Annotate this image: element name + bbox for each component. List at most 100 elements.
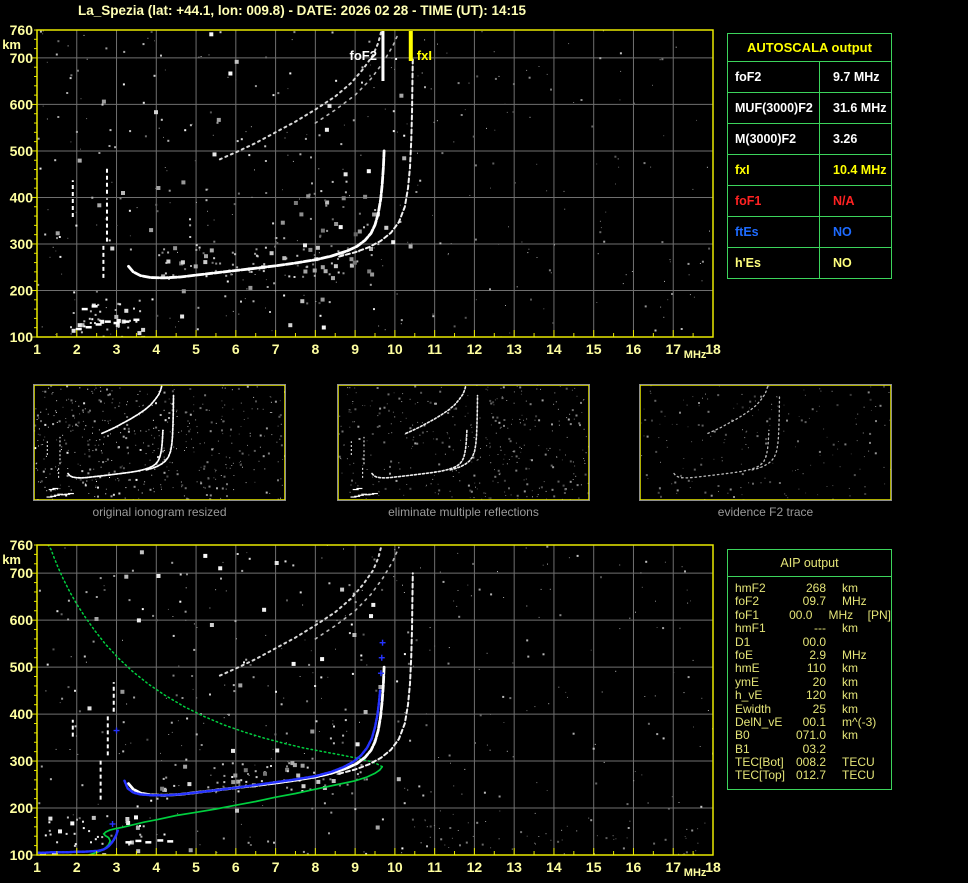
aip-param-unit	[826, 743, 888, 756]
aip-param-unit: MHz	[828, 607, 854, 622]
thumbnail-caption: evidence F2 trace	[717, 505, 814, 519]
aip-param-unit: km	[842, 701, 858, 716]
svg-text:600: 600	[10, 96, 34, 112]
aip-param-value: 20	[812, 674, 826, 689]
aip-param-value: 00.0	[802, 634, 826, 649]
svg-text:11: 11	[427, 859, 442, 875]
svg-text:300: 300	[10, 753, 34, 769]
aip-param-label: TEC[Bot]	[735, 755, 784, 770]
svg-text:500: 500	[10, 143, 34, 159]
ionogram-plot-profile: 1 2 3 4 5 6 7 8 9 10 11 12 13 14 15 16 17 18MHz7607006005…	[2, 537, 721, 879]
svg-text:400: 400	[10, 706, 34, 722]
svg-text:14: 14	[546, 341, 562, 357]
aip-row: Ewidth 25 km	[735, 701, 891, 716]
aip-param-value: 00.1	[802, 714, 826, 729]
aip-param-label: TEC[Top]	[735, 768, 786, 783]
aip-row: hmE 110 km	[735, 661, 891, 676]
aip-row: foE 2.9 MHz	[735, 647, 891, 662]
thumbnail-eliminate-reflections	[337, 384, 590, 501]
param-value: 10.4 MHz	[833, 163, 887, 177]
autoscala-output-table: AUTOSCALA output foF2 9.7 MHz MUF(3000)F…	[727, 33, 892, 279]
svg-text:15: 15	[586, 859, 602, 875]
svg-text:300: 300	[10, 236, 34, 252]
svg-text:2: 2	[73, 859, 81, 875]
param-value: NO	[833, 256, 852, 270]
aip-param-unit: km	[842, 674, 858, 689]
aip-param-value: 110	[806, 661, 826, 676]
thumbnail-caption: eliminate multiple reflections	[388, 505, 539, 519]
table-row-muf3000f2: MUF(3000)F2 31.6 MHz	[728, 93, 891, 124]
svg-text:12: 12	[467, 341, 483, 357]
aip-param-value: ---	[814, 621, 826, 636]
svg-text:10: 10	[387, 341, 403, 357]
aip-table-body: hmF2 268 km foF2 09.7 MHz foF1 00.0 MHz [PN] hmF1-…	[728, 577, 891, 789]
svg-text:16: 16	[626, 859, 642, 875]
svg-text:2: 2	[73, 341, 81, 357]
svg-text:18: 18	[705, 859, 721, 875]
thumbnail-eliminate-reflections-plot	[337, 384, 590, 501]
thumbnail-evidence-f2-trace	[639, 384, 892, 501]
svg-text:9: 9	[351, 341, 359, 357]
param-label: M(3000)F2	[728, 124, 820, 154]
table-row-ftes: ftEs NO	[728, 217, 891, 248]
svg-text:18: 18	[705, 341, 721, 357]
svg-text:MHz: MHz	[684, 349, 707, 361]
aip-param-unit: km	[842, 661, 858, 676]
svg-text:1: 1	[33, 341, 41, 357]
thumbnail-original-ionogram-plot	[33, 384, 286, 501]
aip-param-unit: TECU	[842, 768, 875, 783]
aip-table-header: AIP output	[728, 550, 891, 577]
aip-row: hmF2 268 km	[735, 581, 891, 595]
param-value: 9.7 MHz	[833, 70, 880, 84]
aip-row: TEC[Bot] 008.2 TECU	[735, 755, 891, 770]
aip-param-unit: m^(-3)	[842, 714, 877, 729]
svg-text:17: 17	[665, 341, 681, 357]
aip-param-label: hmE	[735, 661, 760, 676]
aip-row: TEC[Top] 012.7 TECU	[735, 768, 891, 783]
svg-text:14: 14	[546, 859, 562, 875]
svg-text:7: 7	[272, 859, 280, 875]
aip-param-label: foF2	[735, 594, 760, 609]
svg-text:6: 6	[232, 341, 240, 357]
svg-text:760: 760	[10, 537, 34, 553]
aip-param-label: ymE	[735, 674, 759, 689]
svg-text:200: 200	[10, 800, 34, 816]
aip-param-value: 09.7	[802, 594, 826, 609]
svg-text:100: 100	[10, 329, 34, 345]
param-label: foF1	[728, 186, 820, 216]
aip-param-suffix: [PN]	[867, 607, 891, 622]
param-label: MUF(3000)F2	[728, 93, 820, 123]
aip-param-value: 2.9	[809, 647, 826, 662]
aip-param-value: 071.0	[795, 728, 826, 743]
table-row-m3000f2: M(3000)F2 3.26	[728, 124, 891, 155]
aip-param-value: 25	[812, 701, 826, 716]
aip-param-unit: km	[842, 581, 858, 595]
aip-param-unit	[826, 636, 888, 649]
param-value: 31.6 MHz	[833, 101, 887, 115]
aip-param-unit: MHz	[842, 647, 867, 662]
aip-param-unit: km	[842, 688, 858, 703]
aip-param-unit: km	[842, 728, 858, 743]
aip-param-value: 00.0	[789, 607, 813, 622]
aip-row: B1 03.2	[735, 741, 891, 756]
svg-text:5: 5	[192, 341, 200, 357]
aip-param-unit: km	[842, 621, 858, 636]
aip-param-label: foE	[735, 647, 754, 662]
aip-param-value: 008.2	[795, 755, 826, 770]
aip-param-label: D1	[735, 634, 751, 649]
thumbnail-evidence-f2-trace-plot	[639, 384, 892, 501]
svg-text:760: 760	[10, 22, 34, 38]
aip-param-value: 268	[805, 581, 826, 595]
svg-text:6: 6	[232, 859, 240, 875]
svg-text:13: 13	[506, 859, 522, 875]
svg-text:8: 8	[311, 859, 319, 875]
svg-text:700: 700	[10, 50, 34, 66]
aip-param-label: B0	[735, 728, 750, 743]
svg-text:km: km	[2, 37, 21, 52]
ionogram-plot-main: foF2 fxI1 2 3 4 5 6 7 8 9 10 11 12 13 14 15 16 17 18MHz760…	[2, 22, 721, 361]
svg-text:15: 15	[586, 341, 602, 357]
aip-param-label: B1	[735, 741, 750, 756]
svg-text:500: 500	[10, 659, 34, 675]
svg-text:3: 3	[113, 341, 121, 357]
aip-param-unit: TECU	[842, 755, 875, 770]
